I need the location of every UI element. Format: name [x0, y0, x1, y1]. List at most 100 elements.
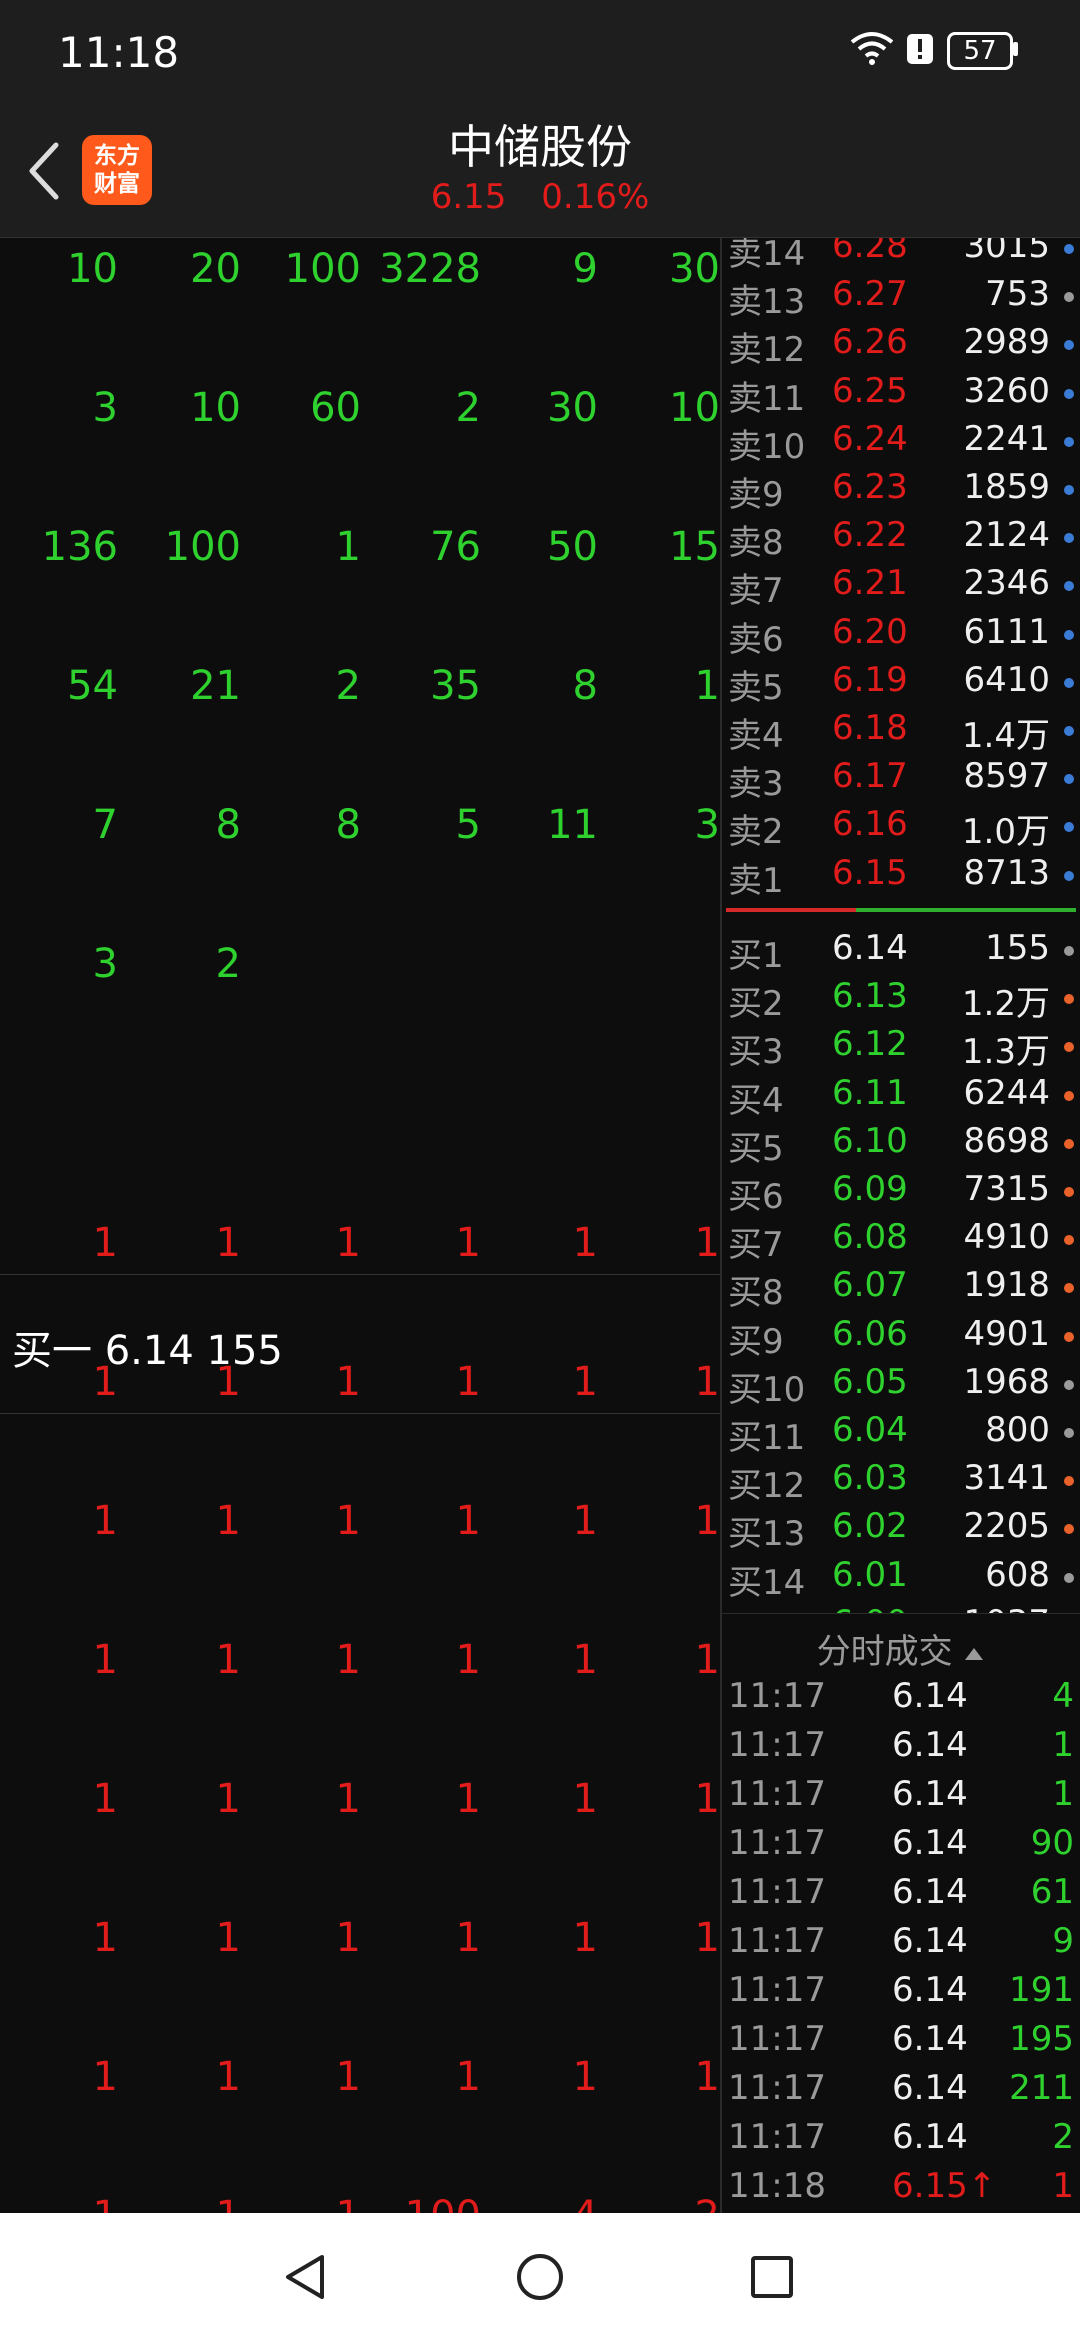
header: 东方 财富 中储股份 6.15 0.16% — [0, 105, 1080, 238]
status-dot-icon — [1064, 1428, 1074, 1438]
order-queue-panel[interactable]: 10 20 100 3228 9 30 3 10 60 2 30 10 136 100 1 76 50 15 54 2… — [0, 238, 720, 2213]
queue-order-size: 1 — [572, 2054, 598, 2100]
ask-level-volume: 1.4万 — [961, 716, 1050, 756]
status-time: 11:18 — [58, 28, 180, 77]
queue-order-size: 1 — [335, 2054, 361, 2100]
queue-order-size: 1 — [572, 1915, 598, 1961]
trade-row: 11:17 6.14 90 — [722, 1823, 1080, 1871]
status-dot-icon — [1064, 1138, 1074, 1149]
bid-level-volume: 4901 — [963, 1313, 1050, 1354]
queue-order-size: 1 — [335, 1637, 361, 1683]
queue-order-size: 3 — [92, 941, 118, 987]
bid-level-row: 买15 6.00 1037 — [722, 1603, 1080, 1613]
battery-indicator: 57 — [947, 32, 1013, 70]
ask-level-volume: 2241 — [963, 418, 1050, 459]
ask-level-price: 6.23 — [832, 467, 908, 507]
status-dot-icon — [1064, 1042, 1074, 1053]
status-dot-icon — [1064, 1379, 1074, 1390]
bid-level-volume: 1968 — [963, 1361, 1050, 1402]
queue-order-size: 1 — [455, 1637, 481, 1683]
trade-row: 11:17 6.14 2 — [722, 2117, 1080, 2165]
trade-ticks[interactable]: 分时成交 11:17 6.14 4 11:17 6.14 1 11:17 6.14 1 11:17… — [722, 1613, 1080, 2214]
bid-level-label: 买3 — [728, 1032, 784, 1073]
status-dot-icon — [1064, 1090, 1074, 1101]
queue-order-size: 1 — [215, 1498, 241, 1544]
trade-volume: 2 — [1052, 2117, 1074, 2157]
bid-level-label: 买12 — [728, 1466, 806, 1507]
trade-row: 11:17 6.14 9 — [722, 1921, 1080, 1969]
bid-level-volume: 8698 — [963, 1120, 1050, 1161]
trade-time: 11:17 — [728, 1970, 826, 2010]
trades-title[interactable]: 分时成交 — [722, 1624, 1080, 1673]
trade-volume: 9 — [1052, 1921, 1074, 1961]
queue-order-size: 100 — [405, 2193, 481, 2213]
queue-order-size: 76 — [430, 524, 481, 570]
status-dot-icon — [1064, 1235, 1074, 1246]
bid-level-price: 6.12 — [832, 1024, 908, 1065]
trade-row: 11:17 6.14 61 — [722, 1872, 1080, 1920]
status-dot-icon — [1064, 1283, 1074, 1294]
status-dot-icon — [1064, 1187, 1074, 1197]
ask-level-price: 6.25 — [832, 370, 908, 411]
bid-level-price: 6.11 — [832, 1072, 908, 1113]
ask-level-volume: 8713 — [963, 852, 1050, 893]
queue-order-size: 1 — [92, 1359, 118, 1405]
ask-level-volume: 3260 — [963, 370, 1050, 411]
bid-level-price: 6.07 — [832, 1265, 908, 1306]
ask-level-label: 卖1 — [728, 860, 784, 901]
divider — [0, 1413, 720, 1414]
bid-level-price: 6.03 — [832, 1458, 908, 1499]
trade-row: 11:17 6.14 1 — [722, 1774, 1080, 1822]
order-book[interactable]: 卖14 6.28 3015 卖13 6.27 753 卖12 6.26 2989 卖11 6.25 3… — [722, 238, 1080, 1613]
bid-level-label: 买2 — [728, 984, 784, 1025]
bid-level-volume: 6244 — [963, 1072, 1050, 1113]
trade-volume: 195 — [1009, 2019, 1074, 2059]
trade-row: 11:17 6.14 191 — [722, 1970, 1080, 2018]
ask-level-row: 卖4 6.18 1.4万 — [722, 708, 1080, 756]
queue-order-size: 1 — [215, 2054, 241, 2100]
ask-level-volume: 1859 — [963, 467, 1050, 507]
ask-level-row: 卖8 6.22 2124 — [722, 515, 1080, 563]
navigation-bar — [0, 2213, 1080, 2340]
status-dot-icon — [1064, 870, 1074, 881]
queue-order-size: 1 — [216, 2193, 241, 2213]
trade-price: 6.14 — [892, 2117, 968, 2157]
bid-level-row: 买8 6.07 1918 — [722, 1265, 1080, 1313]
nav-back-icon[interactable] — [280, 2251, 332, 2303]
status-dot-icon — [1064, 292, 1074, 303]
battery-tip — [1013, 42, 1018, 56]
queue-order-size: 2 — [695, 2193, 720, 2213]
queue-order-size: 1 — [215, 1220, 241, 1266]
bid-level-row: 买10 6.05 1968 — [722, 1362, 1080, 1410]
bid-level-volume: 4910 — [963, 1217, 1050, 1258]
queue-row: 1 1 1 1 1 1 — [0, 1915, 720, 1965]
ask-level-label: 卖10 — [728, 426, 806, 467]
queue-order-size: 7 — [92, 802, 118, 848]
ask-level-price: 6.24 — [832, 418, 908, 459]
ask-level-price: 6.15 — [832, 852, 908, 893]
queue-order-size: 8 — [215, 802, 241, 848]
queue-order-size: 1 — [335, 1776, 361, 1822]
nav-home-icon[interactable] — [514, 2251, 566, 2303]
queue-order-size: 8 — [335, 802, 361, 848]
ask-level-price: 6.27 — [832, 274, 908, 315]
nav-recent-apps-icon[interactable] — [746, 2251, 798, 2303]
ask-level-label: 卖4 — [728, 716, 784, 756]
stock-price: 6.15 — [430, 177, 507, 217]
ask-level-row: 卖7 6.21 2346 — [722, 563, 1080, 611]
queue-row: 7 8 8 5 11 3 — [0, 802, 720, 852]
bid-level-volume: 1.3万 — [961, 1032, 1050, 1073]
bid-level-price: 6.01 — [832, 1554, 908, 1595]
queue-row: 32 — [0, 941, 720, 991]
trade-price: 6.14 — [892, 1823, 968, 1863]
queue-order-size: 1 — [335, 1498, 361, 1544]
trade-volume: 4 — [1052, 1676, 1074, 1716]
ask-level-price: 6.21 — [832, 563, 908, 604]
queue-order-size: 1 — [572, 1220, 598, 1266]
ask-ratio-bar — [726, 908, 856, 912]
trade-time: 11:17 — [728, 1921, 826, 1961]
ask-level-row: 卖3 6.17 8597 — [722, 756, 1080, 804]
queue-order-size: 100 — [284, 246, 361, 292]
ask-level-row: 卖1 6.15 8713 — [722, 853, 1080, 901]
status-dot-icon — [1064, 533, 1074, 544]
